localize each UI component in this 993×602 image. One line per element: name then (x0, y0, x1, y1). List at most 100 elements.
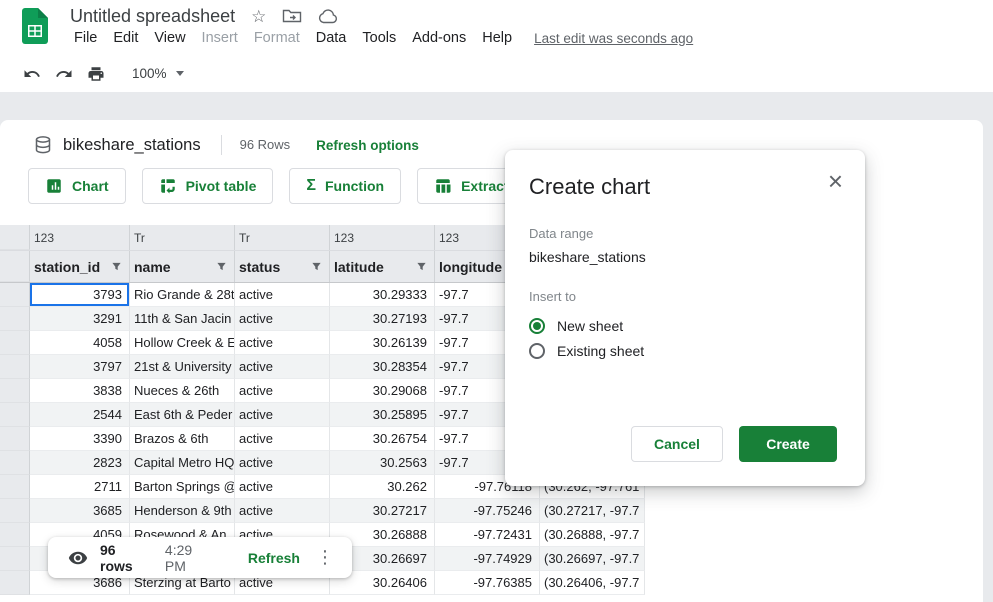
last-edit-status[interactable]: Last edit was seconds ago (534, 31, 693, 46)
sheets-logo-icon[interactable] (22, 8, 48, 44)
cell[interactable]: 11th & San Jacin (130, 307, 235, 331)
chart-button[interactable]: Chart (28, 168, 126, 204)
cell[interactable]: 2823 (30, 451, 130, 475)
filter-icon[interactable] (416, 261, 427, 272)
document-title[interactable]: Untitled spreadsheet (70, 6, 235, 27)
cell[interactable]: 30.27217 (330, 499, 435, 523)
row-header[interactable] (0, 499, 30, 523)
cell[interactable]: Brazos & 6th (130, 427, 235, 451)
row-header[interactable] (0, 331, 30, 355)
menu-view[interactable]: View (146, 27, 193, 49)
row-header[interactable] (0, 451, 30, 475)
cell[interactable]: 3838 (30, 379, 130, 403)
cell[interactable]: 30.26139 (330, 331, 435, 355)
cell[interactable]: 21st & University (130, 355, 235, 379)
refresh-button[interactable]: Refresh (248, 550, 300, 566)
filter-icon[interactable] (311, 261, 322, 272)
column-header-status[interactable]: status (235, 251, 330, 282)
cell[interactable]: 3685 (30, 499, 130, 523)
pivot-table-button[interactable]: Pivot table (141, 168, 274, 204)
menu-data[interactable]: Data (308, 27, 355, 49)
cell[interactable]: Hollow Creek & E (130, 331, 235, 355)
cell[interactable]: 30.26754 (330, 427, 435, 451)
row-header[interactable] (0, 547, 30, 571)
cell[interactable]: 2544 (30, 403, 130, 427)
cell[interactable]: 30.2563 (330, 451, 435, 475)
cell[interactable]: 30.29333 (330, 283, 435, 307)
cell[interactable]: 30.28354 (330, 355, 435, 379)
corner-cell[interactable] (0, 251, 30, 282)
cell[interactable]: 2711 (30, 475, 130, 499)
cell[interactable]: active (235, 307, 330, 331)
create-button[interactable]: Create (739, 426, 837, 462)
cell[interactable]: Rio Grande & 28t (130, 283, 235, 307)
move-folder-icon[interactable] (282, 8, 302, 24)
cell[interactable]: active (235, 403, 330, 427)
cell[interactable]: -97.74929 (435, 547, 540, 571)
cell[interactable]: active (235, 283, 330, 307)
row-header[interactable] (0, 403, 30, 427)
column-header-station_id[interactable]: station_id (30, 251, 130, 282)
cell[interactable]: Barton Springs @ (130, 475, 235, 499)
row-header[interactable] (0, 283, 30, 307)
radio-existing-sheet[interactable]: Existing sheet (529, 343, 841, 359)
row-header[interactable] (0, 379, 30, 403)
cell[interactable]: 4058 (30, 331, 130, 355)
cell[interactable]: 3291 (30, 307, 130, 331)
menu-insert[interactable]: Insert (194, 27, 246, 49)
cloud-status-icon[interactable] (318, 8, 338, 24)
cell[interactable]: (30.26406, -97.7 (540, 571, 645, 595)
kebab-menu-icon[interactable]: ⋮ (312, 547, 338, 568)
corner-cell[interactable] (0, 225, 30, 250)
cancel-button[interactable]: Cancel (631, 426, 723, 462)
radio-new-sheet[interactable]: New sheet (529, 318, 841, 334)
cell[interactable]: (30.26888, -97.7 (540, 523, 645, 547)
print-button[interactable] (80, 60, 112, 88)
cell[interactable]: 30.27193 (330, 307, 435, 331)
menu-help[interactable]: Help (474, 27, 520, 49)
row-header[interactable] (0, 427, 30, 451)
cell[interactable]: 3797 (30, 355, 130, 379)
star-icon[interactable]: ☆ (251, 8, 266, 25)
menu-add-ons[interactable]: Add-ons (404, 27, 474, 49)
cell[interactable]: active (235, 475, 330, 499)
cell[interactable]: 3793 (30, 283, 130, 307)
cell[interactable]: Capital Metro HQ (130, 451, 235, 475)
cell[interactable]: Henderson & 9th (130, 499, 235, 523)
cell[interactable]: (30.27217, -97.7 (540, 499, 645, 523)
close-icon[interactable]: × (828, 168, 843, 194)
function-button[interactable]: Σ Function (289, 168, 402, 204)
cell[interactable]: active (235, 355, 330, 379)
cell[interactable]: Nueces & 26th (130, 379, 235, 403)
cell[interactable]: (30.26697, -97.7 (540, 547, 645, 571)
cell[interactable]: active (235, 331, 330, 355)
cell[interactable]: -97.75246 (435, 499, 540, 523)
row-header[interactable] (0, 571, 30, 595)
menu-tools[interactable]: Tools (354, 27, 404, 49)
row-header[interactable] (0, 475, 30, 499)
refresh-options-link[interactable]: Refresh options (316, 138, 419, 153)
column-header-latitude[interactable]: latitude (330, 251, 435, 282)
zoom-control[interactable]: 100% (126, 62, 190, 85)
cell[interactable]: active (235, 379, 330, 403)
menu-format[interactable]: Format (246, 27, 308, 49)
undo-button[interactable] (16, 60, 48, 88)
cell[interactable]: 30.29068 (330, 379, 435, 403)
cell[interactable]: -97.72431 (435, 523, 540, 547)
filter-icon[interactable] (216, 261, 227, 272)
cell[interactable]: 30.25895 (330, 403, 435, 427)
cell[interactable]: active (235, 451, 330, 475)
menu-file[interactable]: File (66, 27, 105, 49)
redo-button[interactable] (48, 60, 80, 88)
cell[interactable]: -97.76385 (435, 571, 540, 595)
row-header[interactable] (0, 307, 30, 331)
menu-edit[interactable]: Edit (105, 27, 146, 49)
cell[interactable]: 30.262 (330, 475, 435, 499)
filter-icon[interactable] (111, 261, 122, 272)
row-header[interactable] (0, 355, 30, 379)
cell[interactable]: East 6th & Peder (130, 403, 235, 427)
row-header[interactable] (0, 523, 30, 547)
cell[interactable]: active (235, 499, 330, 523)
cell[interactable]: active (235, 427, 330, 451)
cell[interactable]: 3390 (30, 427, 130, 451)
